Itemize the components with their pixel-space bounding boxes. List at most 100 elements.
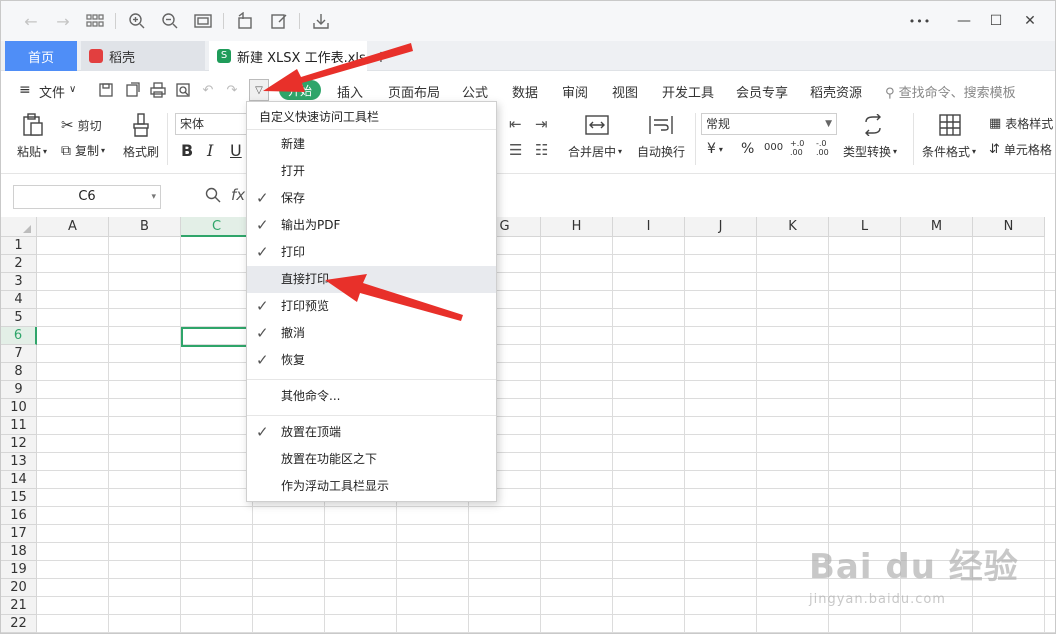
merge-center-button[interactable]: 合并居中 ▾ (568, 143, 622, 160)
new-tab-button[interactable]: + (371, 41, 391, 71)
select-all-corner[interactable] (1, 217, 37, 237)
menu-developer[interactable]: 开发工具 (662, 82, 714, 101)
row-header-14[interactable]: 14 (1, 471, 37, 489)
fit-window-icon[interactable] (191, 9, 215, 33)
menu-formula[interactable]: 公式 (462, 82, 488, 101)
font-name-select[interactable]: 宋体 (175, 113, 247, 135)
tab-home[interactable]: 首页 (5, 41, 77, 71)
conditional-format-icon[interactable] (938, 113, 962, 137)
rotate-icon[interactable] (233, 9, 257, 33)
menu-item-print-preview[interactable]: ✓ 打印预览 (247, 293, 496, 320)
row-header-6[interactable]: 6 (1, 327, 37, 345)
row-header-4[interactable]: 4 (1, 291, 37, 309)
print-icon[interactable] (149, 81, 167, 99)
print-preview-icon[interactable] (174, 81, 192, 99)
row-header-1[interactable]: 1 (1, 237, 37, 255)
row-header-18[interactable]: 18 (1, 543, 37, 561)
menu-item-open[interactable]: 打开 (247, 158, 496, 185)
insert-function-button[interactable]: fx (231, 186, 245, 204)
undo-icon[interactable]: ↶ (199, 81, 217, 99)
thousands-separator-button[interactable]: 000 (764, 142, 783, 153)
apps-grid-icon[interactable] (83, 9, 107, 33)
menu-data[interactable]: 数据 (512, 82, 538, 101)
column-header-m[interactable]: M (901, 217, 973, 237)
zoom-out-icon[interactable] (158, 9, 182, 33)
row-header-13[interactable]: 13 (1, 453, 37, 471)
conditional-format-button[interactable]: 条件格式 ▾ (922, 143, 976, 160)
italic-button[interactable]: I (207, 141, 213, 160)
row-header-11[interactable]: 11 (1, 417, 37, 435)
row-header-12[interactable]: 12 (1, 435, 37, 453)
menu-item-new[interactable]: 新建 (247, 131, 496, 158)
menu-item-place-top[interactable]: ✓ 放置在顶端 (247, 419, 496, 446)
download-icon[interactable] (309, 9, 333, 33)
distributed-align-icon[interactable]: ☷ (535, 141, 548, 159)
minimize-button[interactable]: — (951, 9, 977, 33)
column-header-b[interactable]: B (109, 217, 181, 237)
type-convert-icon[interactable] (861, 113, 885, 137)
menu-member[interactable]: 会员专享 (736, 82, 788, 101)
active-cell[interactable] (181, 327, 253, 347)
menu-start[interactable]: 开始 (279, 80, 321, 100)
hamburger-icon[interactable]: ≡ (19, 82, 31, 98)
row-header-5[interactable]: 5 (1, 309, 37, 327)
lookup-icon[interactable] (205, 187, 221, 207)
row-header-8[interactable]: 8 (1, 363, 37, 381)
quick-access-customize-dropdown-icon[interactable]: ▽ (249, 79, 269, 101)
name-box[interactable]: C6 ▾ (13, 185, 161, 209)
menu-item-print[interactable]: ✓ 打印 (247, 239, 496, 266)
column-header-a[interactable]: A (37, 217, 109, 237)
menu-item-export-pdf[interactable]: ✓ 输出为PDF (247, 212, 496, 239)
save-icon[interactable] (97, 81, 115, 99)
command-search[interactable]: ⚲ 查找命令、搜索模板 (885, 82, 1016, 101)
more-options-icon[interactable]: ••• (907, 9, 933, 33)
column-header-c[interactable]: C (181, 217, 253, 237)
decrease-decimal-button[interactable]: -.0 .00 (816, 139, 836, 157)
wrap-text-button[interactable]: 自动换行 (637, 143, 685, 160)
copy-button[interactable]: ⧉ 复制 ▾ (61, 142, 105, 159)
column-header-i[interactable]: I (613, 217, 685, 237)
menu-view[interactable]: 视图 (612, 82, 638, 101)
forward-arrow-icon[interactable]: → (51, 9, 75, 33)
menu-file[interactable]: 文件 (39, 82, 65, 101)
row-header-17[interactable]: 17 (1, 525, 37, 543)
table-style-button[interactable]: ▦ 表格样式 (989, 115, 1053, 132)
decrease-indent-icon[interactable]: ⇤ (509, 115, 522, 133)
menu-item-other-commands[interactable]: 其他命令... (247, 383, 496, 410)
menu-page-layout[interactable]: 页面布局 (388, 82, 440, 101)
edit-icon[interactable] (267, 9, 291, 33)
row-header-9[interactable]: 9 (1, 381, 37, 399)
row-header-10[interactable]: 10 (1, 399, 37, 417)
column-header-n[interactable]: N (973, 217, 1045, 237)
row-header-21[interactable]: 21 (1, 597, 37, 615)
back-arrow-icon[interactable]: ← (19, 9, 43, 33)
cut-button[interactable]: ✂ 剪切 (61, 116, 102, 134)
number-format-select[interactable]: 常规 ▼ (701, 113, 837, 135)
row-header-19[interactable]: 19 (1, 561, 37, 579)
row-header-22[interactable]: 22 (1, 615, 37, 633)
bold-button[interactable]: B (181, 141, 193, 160)
currency-button[interactable]: ¥ ▾ (707, 141, 723, 157)
format-painter-button[interactable]: 格式刷 (123, 143, 159, 160)
maximize-button[interactable]: ☐ (983, 9, 1009, 33)
menu-review[interactable]: 审阅 (562, 82, 588, 101)
column-header-j[interactable]: J (685, 217, 757, 237)
row-header-20[interactable]: 20 (1, 579, 37, 597)
increase-indent-icon[interactable]: ⇥ (535, 115, 548, 133)
format-painter-icon[interactable] (129, 113, 153, 137)
menu-daoke-resources[interactable]: 稻壳资源 (810, 82, 862, 101)
row-header-2[interactable]: 2 (1, 255, 37, 273)
cell-format-button[interactable]: ⇵ 单元格格 (989, 141, 1052, 158)
redo-icon[interactable]: ↷ (223, 81, 241, 99)
merge-center-icon[interactable] (585, 113, 609, 137)
close-button[interactable]: ✕ (1017, 9, 1043, 33)
row-header-16[interactable]: 16 (1, 507, 37, 525)
row-header-3[interactable]: 3 (1, 273, 37, 291)
column-header-k[interactable]: K (757, 217, 829, 237)
column-header-h[interactable]: H (541, 217, 613, 237)
menu-item-place-below-ribbon[interactable]: 放置在功能区之下 (247, 446, 496, 473)
tab-document[interactable]: S 新建 XLSX 工作表.xlsx (209, 41, 367, 71)
wrap-text-icon[interactable] (649, 113, 673, 137)
paste-icon[interactable] (21, 113, 45, 137)
menu-item-floating-toolbar[interactable]: 作为浮动工具栏显示 (247, 473, 496, 500)
